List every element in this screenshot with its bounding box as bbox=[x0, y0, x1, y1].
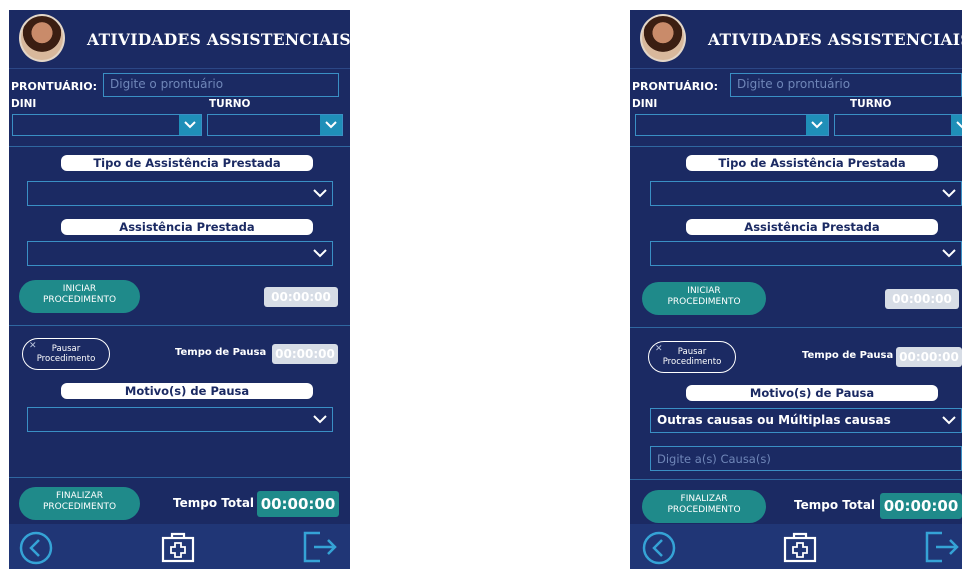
dini-select[interactable] bbox=[12, 114, 202, 136]
motivo-pausa-select[interactable]: Outras causas ou Múltiplas causas bbox=[650, 408, 962, 433]
back-circle-icon[interactable] bbox=[642, 531, 676, 565]
bottom-navbar bbox=[9, 524, 350, 569]
exit-icon[interactable] bbox=[302, 530, 338, 564]
chevron-down-icon bbox=[942, 414, 956, 428]
medical-kit-icon[interactable] bbox=[783, 531, 817, 563]
button-label: Procedimento bbox=[36, 354, 96, 364]
button-label: PROCEDIMENTO bbox=[667, 505, 741, 515]
motivo-pausa-label: Motivo(s) de Pausa bbox=[61, 383, 313, 399]
page-title: ATIVIDADES ASSISTENCIAIS bbox=[87, 30, 350, 49]
tipo-assistencia-label: Tipo de Assistência Prestada bbox=[686, 155, 938, 171]
tempo-pausa-label: Tempo de Pausa bbox=[175, 347, 267, 358]
screen-with-cause: ATIVIDADES ASSISTENCIAIS PRONTUÁRIO: Dig… bbox=[630, 10, 962, 569]
chevron-down-icon bbox=[320, 115, 342, 135]
button-label: INICIAR bbox=[62, 284, 97, 294]
motivo-pausa-select[interactable] bbox=[27, 407, 333, 432]
button-label: INICIAR bbox=[687, 286, 721, 296]
divider bbox=[9, 477, 350, 478]
dini-label: DINI bbox=[11, 98, 37, 110]
assistencia-label: Assistência Prestada bbox=[61, 219, 313, 235]
exit-icon[interactable] bbox=[924, 530, 960, 564]
chevron-down-icon bbox=[951, 115, 962, 135]
divider bbox=[630, 479, 962, 480]
iniciar-procedimento-button[interactable]: INICIAR PROCEDIMENTO bbox=[642, 282, 766, 315]
tempo-total-label: Tempo Total bbox=[173, 496, 255, 510]
chevron-down-icon bbox=[313, 413, 327, 427]
prontuario-label: PRONTUÁRIO: bbox=[11, 80, 98, 93]
pausar-procedimento-button[interactable]: ✕ Pausar Procedimento bbox=[648, 341, 736, 373]
finalizar-procedimento-button[interactable]: FINALIZAR PROCEDIMENTO bbox=[642, 490, 766, 523]
bottom-navbar bbox=[630, 524, 962, 569]
button-label: PROCEDIMENTO bbox=[667, 297, 741, 307]
chevron-down-icon bbox=[806, 115, 828, 135]
dini-label: DINI bbox=[632, 98, 658, 110]
causa-input[interactable]: Digite a(s) Causa(s) bbox=[650, 446, 962, 471]
button-label: FINALIZAR bbox=[56, 491, 103, 501]
button-label: PROCEDIMENTO bbox=[42, 502, 117, 512]
pausa-timer: 00:00:00 bbox=[896, 347, 962, 367]
divider bbox=[630, 146, 962, 147]
header: ATIVIDADES ASSISTENCIAIS bbox=[630, 10, 962, 69]
procedimento-timer: 00:00:00 bbox=[885, 289, 959, 309]
medical-kit-icon[interactable] bbox=[161, 531, 195, 563]
user-avatar bbox=[640, 14, 686, 62]
button-label: FINALIZAR bbox=[680, 494, 728, 504]
divider bbox=[9, 325, 350, 326]
header: ATIVIDADES ASSISTENCIAIS bbox=[9, 10, 350, 69]
page-title: ATIVIDADES ASSISTENCIAIS bbox=[708, 30, 962, 49]
turno-select[interactable] bbox=[207, 114, 343, 136]
close-icon: ✕ bbox=[655, 344, 663, 354]
iniciar-procedimento-button[interactable]: INICIAR PROCEDIMENTO bbox=[19, 280, 140, 313]
chevron-down-icon bbox=[942, 187, 956, 201]
close-icon: ✕ bbox=[29, 341, 37, 351]
tipo-assistencia-select[interactable] bbox=[27, 181, 333, 206]
tipo-assistencia-select[interactable] bbox=[650, 181, 962, 206]
motivo-pausa-value: Outras causas ou Múltiplas causas bbox=[657, 413, 891, 427]
chevron-down-icon bbox=[313, 187, 327, 201]
finalizar-procedimento-button[interactable]: FINALIZAR PROCEDIMENTO bbox=[19, 487, 140, 520]
prontuario-input[interactable]: Digite o prontuário bbox=[103, 73, 339, 97]
total-timer: 00:00:00 bbox=[880, 493, 962, 519]
pausar-procedimento-button[interactable]: ✕ Pausar Procedimento bbox=[22, 338, 110, 370]
turno-label: TURNO bbox=[850, 98, 892, 110]
turno-label: TURNO bbox=[209, 98, 251, 110]
divider bbox=[9, 146, 350, 147]
assistencia-select[interactable] bbox=[27, 241, 333, 266]
button-label: PROCEDIMENTO bbox=[42, 295, 117, 305]
chevron-down-icon bbox=[179, 115, 201, 135]
screen-initial: ATIVIDADES ASSISTENCIAIS PRONTUÁRIO: Dig… bbox=[9, 10, 350, 569]
tipo-assistencia-label: Tipo de Assistência Prestada bbox=[61, 155, 313, 171]
chevron-down-icon bbox=[313, 247, 327, 261]
divider bbox=[630, 327, 962, 328]
prontuario-label: PRONTUÁRIO: bbox=[632, 80, 719, 93]
turno-select[interactable] bbox=[834, 114, 962, 136]
tempo-total-label: Tempo Total bbox=[794, 498, 876, 512]
pausa-timer: 00:00:00 bbox=[272, 344, 338, 364]
prontuario-input[interactable]: Digite o prontuário bbox=[730, 73, 962, 97]
motivo-pausa-label: Motivo(s) de Pausa bbox=[686, 385, 938, 401]
user-avatar bbox=[19, 14, 65, 62]
tempo-pausa-label: Tempo de Pausa bbox=[802, 350, 894, 361]
back-circle-icon[interactable] bbox=[19, 531, 53, 565]
procedimento-timer: 00:00:00 bbox=[264, 287, 338, 307]
assistencia-label: Assistência Prestada bbox=[686, 219, 938, 235]
chevron-down-icon bbox=[942, 247, 956, 261]
button-label: Procedimento bbox=[662, 357, 722, 367]
assistencia-select[interactable] bbox=[650, 241, 962, 266]
total-timer: 00:00:00 bbox=[257, 491, 339, 517]
dini-select[interactable] bbox=[635, 114, 829, 136]
